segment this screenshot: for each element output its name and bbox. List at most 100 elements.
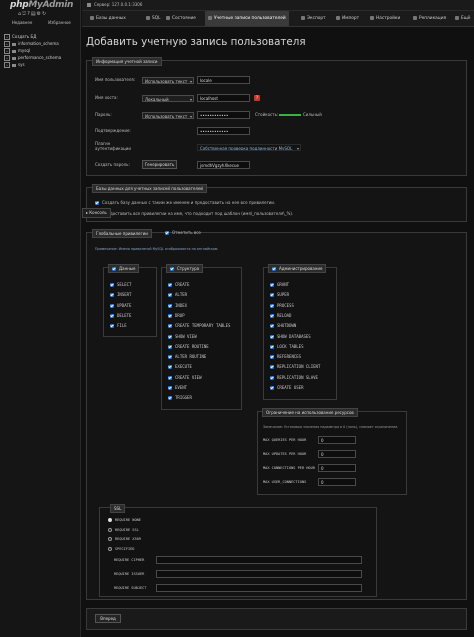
admin-privilege[interactable]: SHUTDOWN (270, 321, 296, 331)
data-privileges-legend[interactable]: Данные (108, 264, 140, 273)
privilege-checkbox[interactable] (270, 303, 274, 308)
privilege-checkbox[interactable] (168, 303, 172, 308)
go-button[interactable]: Вперед (95, 614, 121, 623)
ssl-option[interactable]: REQUIRE NONE (108, 517, 141, 523)
tab-sql[interactable]: SQL (146, 11, 161, 26)
create-db-option[interactable]: Создать базу данных с таким же именем и … (95, 200, 275, 206)
privilege-checkbox[interactable] (270, 375, 274, 380)
limit-input[interactable]: 0 (318, 450, 356, 458)
privilege-checkbox[interactable] (168, 283, 172, 287)
phpmyadmin-logo[interactable]: phpMyAdmin (10, 0, 73, 10)
structure-check-all-checkbox[interactable] (170, 267, 174, 271)
console-toggle[interactable]: ▸ Консоль (82, 208, 111, 218)
admin-privilege[interactable]: SUPER (270, 290, 289, 300)
host-input[interactable]: localhost (197, 94, 250, 102)
tree-item-db[interactable]: + performance_schema (4, 55, 80, 61)
admin-check-all-checkbox[interactable] (272, 267, 276, 271)
ssl-option[interactable]: REQUIRE X509 (108, 536, 141, 542)
privilege-checkbox[interactable] (168, 365, 172, 370)
ssl-radio[interactable] (108, 546, 112, 551)
structure-privileges-legend[interactable]: Структура (166, 264, 204, 273)
admin-privilege[interactable]: REFERENCES (270, 352, 301, 362)
check-all-checkbox[interactable] (165, 231, 169, 235)
privilege-checkbox[interactable] (270, 293, 274, 298)
ssl-field-input[interactable] (156, 556, 362, 564)
privilege-checkbox[interactable] (270, 324, 274, 329)
data-check-all-checkbox[interactable] (112, 267, 116, 271)
structure-privilege[interactable]: CREATE TEMPORARY TABLES (168, 321, 230, 331)
privilege-checkbox[interactable] (270, 355, 274, 360)
privilege-checkbox[interactable] (168, 293, 172, 298)
auth-plugin-select[interactable]: Собственная проверка подлинности MySQL (197, 144, 301, 151)
privilege-checkbox[interactable] (168, 334, 172, 339)
tab-recent[interactable]: Недавнее (4, 19, 40, 27)
privilege-checkbox[interactable] (270, 283, 274, 287)
admin-privilege[interactable]: SHOW DATABASES (270, 332, 311, 342)
privilege-checkbox[interactable] (270, 386, 274, 390)
tab-favorites[interactable]: Избранное (41, 19, 78, 27)
data-privilege[interactable]: INSERT (110, 290, 131, 300)
admin-privilege[interactable]: RELOAD (270, 311, 291, 321)
privilege-checkbox[interactable] (110, 313, 114, 318)
privilege-checkbox[interactable] (270, 365, 274, 370)
structure-privilege[interactable]: DROP (168, 311, 185, 321)
expand-icon[interactable]: + (4, 48, 10, 54)
tree-item-db[interactable]: + sys (4, 62, 80, 68)
username-type-select[interactable]: Использовать текст (142, 77, 194, 84)
structure-privilege[interactable]: INDEX (168, 301, 187, 311)
privilege-checkbox[interactable] (168, 355, 172, 360)
admin-privilege[interactable]: PROCESS (270, 301, 294, 311)
privilege-checkbox[interactable] (110, 303, 114, 308)
tab-more[interactable]: Ещё (455, 11, 470, 26)
expand-icon[interactable]: + (4, 55, 10, 61)
grant-wildcard-option[interactable]: Предоставить все привилегии на имя, что … (95, 211, 293, 217)
structure-privilege[interactable]: ALTER ROUTINE (168, 352, 206, 362)
structure-privilege[interactable]: ALTER (168, 290, 187, 300)
ssl-option[interactable]: REQUIRE SSL (108, 527, 139, 533)
privilege-checkbox[interactable] (270, 334, 274, 339)
check-all-option[interactable]: Отметить все (165, 230, 201, 236)
data-privilege[interactable]: UPDATE (110, 301, 131, 311)
admin-privilege[interactable]: REPLICATION SLAVE (270, 373, 318, 383)
admin-privilege[interactable]: REPLICATION CLIENT (270, 362, 320, 372)
tree-item-db[interactable]: + information_schema (4, 41, 80, 47)
admin-privilege[interactable]: GRANT (270, 280, 289, 290)
create-db-checkbox[interactable] (95, 201, 99, 205)
tree-item-new[interactable]: + Создать БД (4, 34, 80, 40)
password-type-select[interactable]: Использовать текст (142, 112, 194, 119)
ssl-radio[interactable] (108, 527, 112, 532)
tab-import[interactable]: Импорт (336, 11, 359, 26)
limit-input[interactable]: 0 (318, 436, 356, 444)
data-privilege[interactable]: FILE (110, 321, 127, 331)
structure-privilege[interactable]: CREATE ROUTINE (168, 342, 209, 352)
privilege-checkbox[interactable] (168, 344, 172, 349)
privilege-checkbox[interactable] (110, 324, 114, 329)
ssl-field-input[interactable] (156, 584, 362, 592)
structure-privilege[interactable]: EVENT (168, 383, 187, 393)
admin-privilege[interactable]: LOCK TABLES (270, 342, 304, 352)
help-icon[interactable]: ? (254, 95, 260, 101)
ssl-radio[interactable] (108, 537, 112, 541)
structure-privilege[interactable]: CREATE (168, 280, 189, 290)
generate-button[interactable]: Генерировать (142, 160, 177, 169)
limit-input[interactable]: 0 (318, 464, 356, 472)
expand-icon[interactable]: + (4, 62, 10, 68)
ssl-field-input[interactable] (156, 570, 362, 578)
generated-password-input[interactable]: jsmdhVgzyhXkecue (197, 161, 250, 169)
ssl-radio[interactable] (108, 518, 112, 522)
tab-databases[interactable]: Базы данных (90, 11, 126, 26)
tab-settings[interactable]: Настройки (370, 11, 400, 26)
privilege-checkbox[interactable] (110, 293, 114, 298)
retype-input[interactable]: •••••••••••• (197, 127, 250, 135)
expand-icon[interactable]: + (4, 41, 10, 47)
privilege-checkbox[interactable] (168, 313, 172, 318)
admin-privilege[interactable]: CREATE USER (270, 383, 304, 393)
privilege-checkbox[interactable] (270, 344, 274, 349)
tab-replication[interactable]: Репликация (413, 11, 446, 26)
structure-privilege[interactable]: SHOW VIEW (168, 332, 197, 342)
privilege-checkbox[interactable] (168, 324, 172, 329)
data-privilege[interactable]: DELETE (110, 311, 131, 321)
tab-status[interactable]: Состояние (166, 11, 196, 26)
limit-input[interactable]: 0 (318, 478, 356, 486)
data-privilege[interactable]: SELECT (110, 280, 131, 290)
